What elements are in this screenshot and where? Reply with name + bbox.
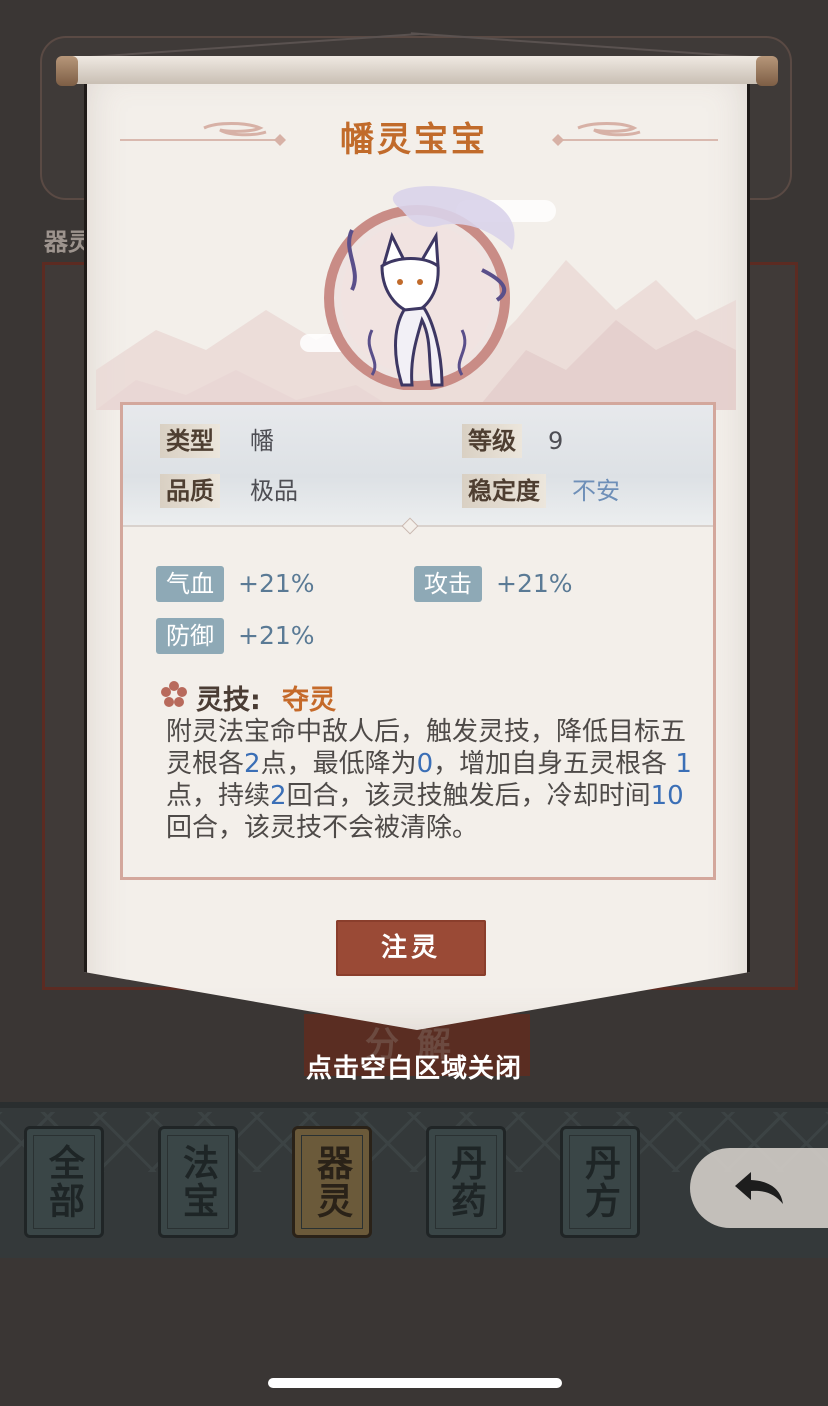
skill-description: 附灵法宝命中敌人后，触发灵技，降低目标五灵根各2点，最低降为0，增加自身五灵根各… [166,716,696,844]
title-ornament-right [548,120,718,148]
type-value: 幡 [250,427,274,455]
skill-desc-text: ，增加自身五灵根各 [433,749,676,779]
skill-desc-number: 1 [675,749,692,779]
spirit-fox-icon [324,186,515,390]
stat-attack-tag: 攻击 [414,566,482,602]
tab-treasure-label: 法宝 [177,1144,219,1220]
stat-hp-value: +21% [238,569,315,598]
rod-knob-right [756,56,778,86]
skill-desc-number: 2 [244,749,261,779]
stability-value: 不安 [572,477,620,505]
skill-desc-number: 0 [416,749,434,779]
close-hint[interactable]: 点击空白区域关闭 [0,1048,828,1085]
level-value: 9 [548,427,564,455]
skill-desc-text: 回合，该灵技触发后，冷却时间 [286,781,651,811]
stability-key: 稳定度 [462,474,546,508]
inject-spirit-button[interactable]: 注灵 [336,920,486,976]
skill-desc-number: 2 [270,781,287,811]
tab-all[interactable]: 全部 [24,1126,104,1238]
stat-attack-value: +21% [496,569,573,598]
skill-desc-text: 点，持续 [166,781,271,811]
tab-all-label: 全部 [43,1144,85,1220]
stat-defense-value: +21% [238,621,315,650]
tab-pill[interactable]: 丹药 [426,1126,506,1238]
type-key: 类型 [160,424,220,458]
back-button[interactable] [690,1148,828,1228]
stat-hp-tag: 气血 [156,566,224,602]
tab-spirit[interactable]: 器灵 [292,1126,372,1238]
stat-defense-tag: 防御 [156,618,224,654]
skill-desc-number: 10 [650,781,684,811]
skill-desc-text: 点，最低降为 [260,749,417,779]
quality-value: 极品 [250,477,298,505]
tab-recipe[interactable]: 丹方 [560,1126,640,1238]
level-key: 等级 [462,424,522,458]
tab-treasure[interactable]: 法宝 [158,1126,238,1238]
quality-key: 品质 [160,474,220,508]
skill-name: 夺灵 [282,685,336,716]
skill-desc-text: 回合，该灵技不会被清除。 [166,813,479,843]
skill-label: 灵技: [196,685,261,716]
tab-pill-label: 丹药 [445,1144,487,1220]
scroll-rod [58,56,776,84]
rod-knob-left [56,56,78,86]
home-indicator[interactable] [268,1378,562,1388]
flower-icon [161,681,187,707]
tab-spirit-label: 器灵 [311,1144,353,1220]
back-arrow-icon [735,1172,783,1204]
tab-recipe-label: 丹方 [579,1144,621,1220]
